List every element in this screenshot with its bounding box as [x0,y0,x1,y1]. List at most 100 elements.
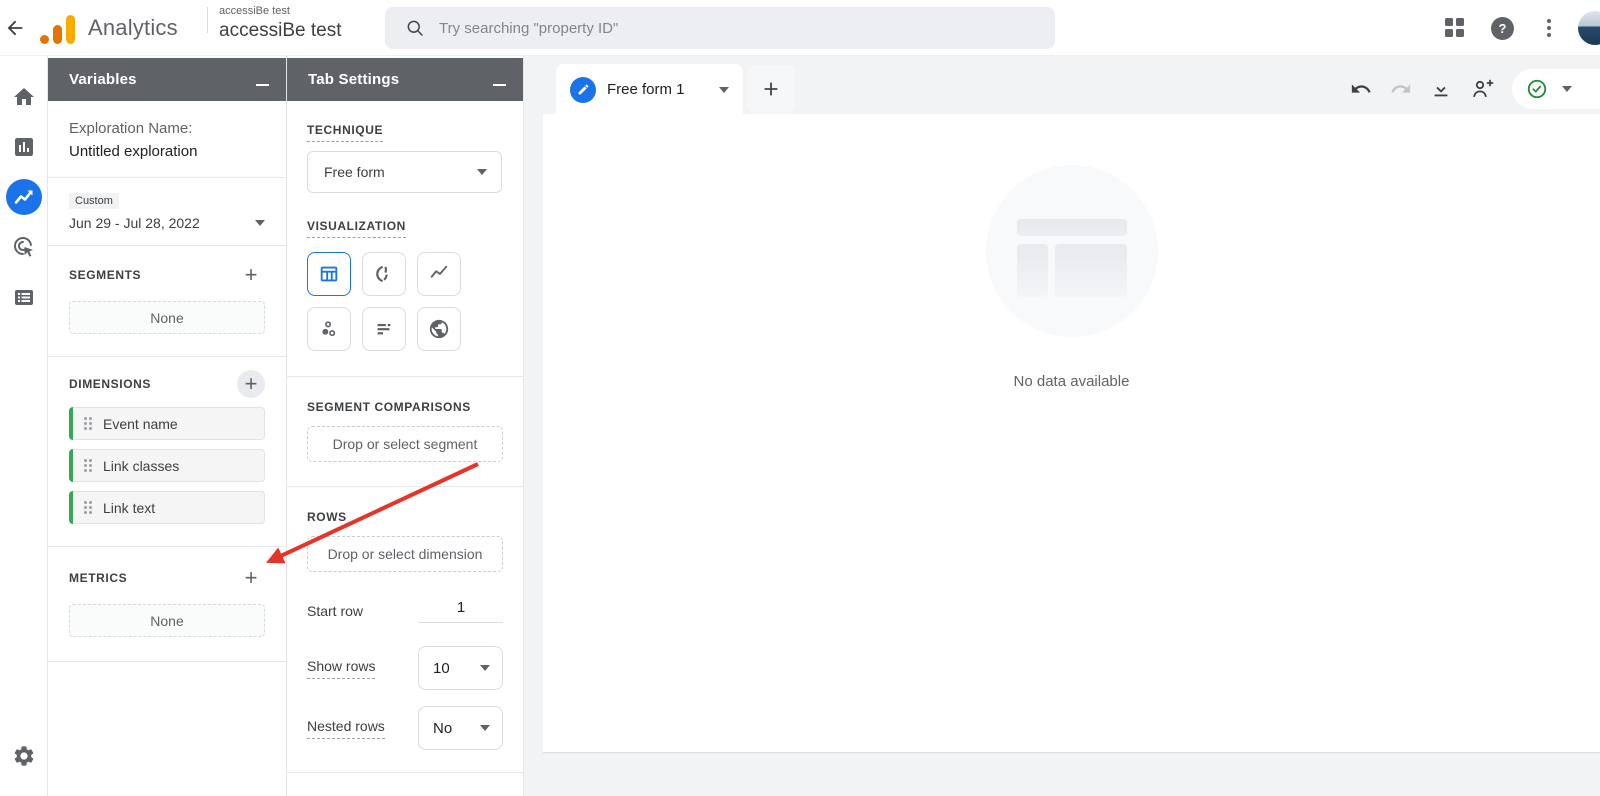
topbar-divider [207,7,208,33]
technique-select[interactable]: Free form [307,151,502,193]
viz-table-button[interactable] [307,252,351,296]
variables-panel-header: Variables [48,58,286,101]
edit-pencil-icon [570,77,596,103]
dimension-chip-label: Event name [103,416,178,432]
library-icon [12,285,36,309]
brand: Analytics [40,10,178,46]
columns-section: COLUMNS [287,773,523,796]
no-data-illustration [986,165,1158,337]
account-name: accessiBe test [219,4,342,18]
segment-comparisons-dropzone[interactable]: Drop or select segment [307,426,503,462]
segment-comparisons-label: SEGMENT COMPARISONS [307,400,471,414]
add-metric-button[interactable]: + [237,564,265,592]
viz-scatter-button[interactable] [307,307,351,351]
visualization-options [307,252,503,351]
empty-state: No data available [543,165,1600,390]
property-switcher[interactable]: accessiBe test accessiBe test [219,4,342,44]
download-button[interactable] [1430,78,1452,100]
add-dimension-button[interactable]: + [237,370,265,398]
technique-label: TECHNIQUE [307,123,383,142]
variables-minimize-button[interactable] [254,71,272,89]
chevron-down-icon [480,725,490,731]
visualization-canvas: No data available [543,114,1600,753]
back-arrow-icon [4,17,26,39]
technique-value: Free form [324,164,385,180]
bar-chart-icon [373,318,395,340]
search-input[interactable] [439,20,1055,37]
advertising-icon [12,235,36,259]
plus-icon [760,78,782,100]
date-range-selector[interactable]: Custom Jun 29 - Jul 28, 2022 [48,178,286,246]
metrics-empty-dropzone[interactable]: None [69,604,265,637]
tab-settings-minimize-button[interactable] [491,71,509,89]
globe-icon [428,318,450,340]
exploration-name-value[interactable]: Untitled exploration [69,143,265,160]
dimension-chip[interactable]: Link classes [69,449,265,482]
tab-label: Free form 1 [607,81,719,98]
technique-visualization-section: TECHNIQUE Free form VISUALIZATION [287,101,523,377]
rows-dropzone[interactable]: Drop or select dimension [307,536,503,572]
tab-chevron-down-icon[interactable] [719,87,729,93]
sidebar-item-home[interactable] [6,79,42,115]
viz-donut-button[interactable] [362,252,406,296]
variables-panel: Variables Exploration Name: Untitled exp… [48,56,287,796]
exploration-name-label: Exploration Name: [69,120,265,137]
status-chevron-down-icon [1562,86,1572,92]
show-rows-label: Show rows [307,658,375,679]
no-data-message: No data available [1014,373,1130,390]
sidebar-item-reports[interactable] [6,129,42,165]
home-icon [12,85,36,109]
nested-rows-select[interactable]: No [418,706,503,750]
redo-button[interactable] [1390,78,1412,100]
ga-explorations-app: Analytics accessiBe test accessiBe test … [0,0,1600,796]
sidebar-item-admin[interactable] [6,738,42,774]
drag-handle-icon[interactable] [84,501,92,514]
undo-button[interactable] [1350,78,1372,100]
sidebar-item-library[interactable] [6,279,42,315]
drag-handle-icon[interactable] [84,417,92,430]
segment-comparisons-section: SEGMENT COMPARISONS Drop or select segme… [287,377,523,487]
tab-settings-panel-header: Tab Settings [287,58,523,101]
tab-free-form-1[interactable]: Free form 1 [556,64,743,115]
help-button[interactable]: ? [1491,17,1540,40]
person-add-icon [1470,77,1494,101]
redo-icon [1390,78,1412,100]
back-button[interactable] [2,16,28,42]
account-avatar-button[interactable] [1578,11,1600,45]
rows-label: ROWS [307,510,347,524]
avatar [1578,11,1600,45]
add-tab-button[interactable] [747,65,795,113]
viz-line-button[interactable] [417,252,461,296]
drag-handle-icon[interactable] [84,459,92,472]
line-chart-icon [428,263,450,285]
dimensions-label: DIMENSIONS [69,377,151,391]
viz-bar-button[interactable] [362,307,406,351]
date-range-value: Jun 29 - Jul 28, 2022 [69,215,200,231]
status-pill[interactable] [1512,69,1600,109]
apps-grid-icon [1445,18,1465,38]
add-segment-button[interactable]: + [237,261,265,289]
date-range-badge: Custom [69,193,119,209]
chevron-down-icon [477,169,487,175]
variables-title: Variables [69,71,137,88]
dimension-chip[interactable]: Event name [69,407,265,440]
segments-empty-dropzone[interactable]: None [69,301,265,334]
sidebar-item-advertising[interactable] [6,229,42,265]
share-button[interactable] [1470,77,1494,101]
sidebar-item-explore[interactable] [6,179,42,215]
more-options-button[interactable] [1540,19,1578,37]
left-nav-rail [0,56,48,796]
exploration-name-section: Exploration Name: Untitled exploration [48,101,286,178]
apps-grid-button[interactable] [1445,18,1491,38]
canvas-toolbar [1350,69,1600,109]
dimension-chip[interactable]: Link text [69,491,265,524]
dimensions-section: DIMENSIONS + Event name Link classes Lin… [48,357,286,547]
segments-label: SEGMENTS [69,268,141,282]
dimension-chip-label: Link text [103,500,155,516]
start-row-input[interactable] [419,599,503,623]
nested-rows-label: Nested rows [307,718,385,739]
viz-geo-button[interactable] [417,307,461,351]
show-rows-select[interactable]: 10 [418,646,503,690]
top-bar: Analytics accessiBe test accessiBe test … [0,0,1600,56]
search-bar[interactable] [385,7,1055,49]
